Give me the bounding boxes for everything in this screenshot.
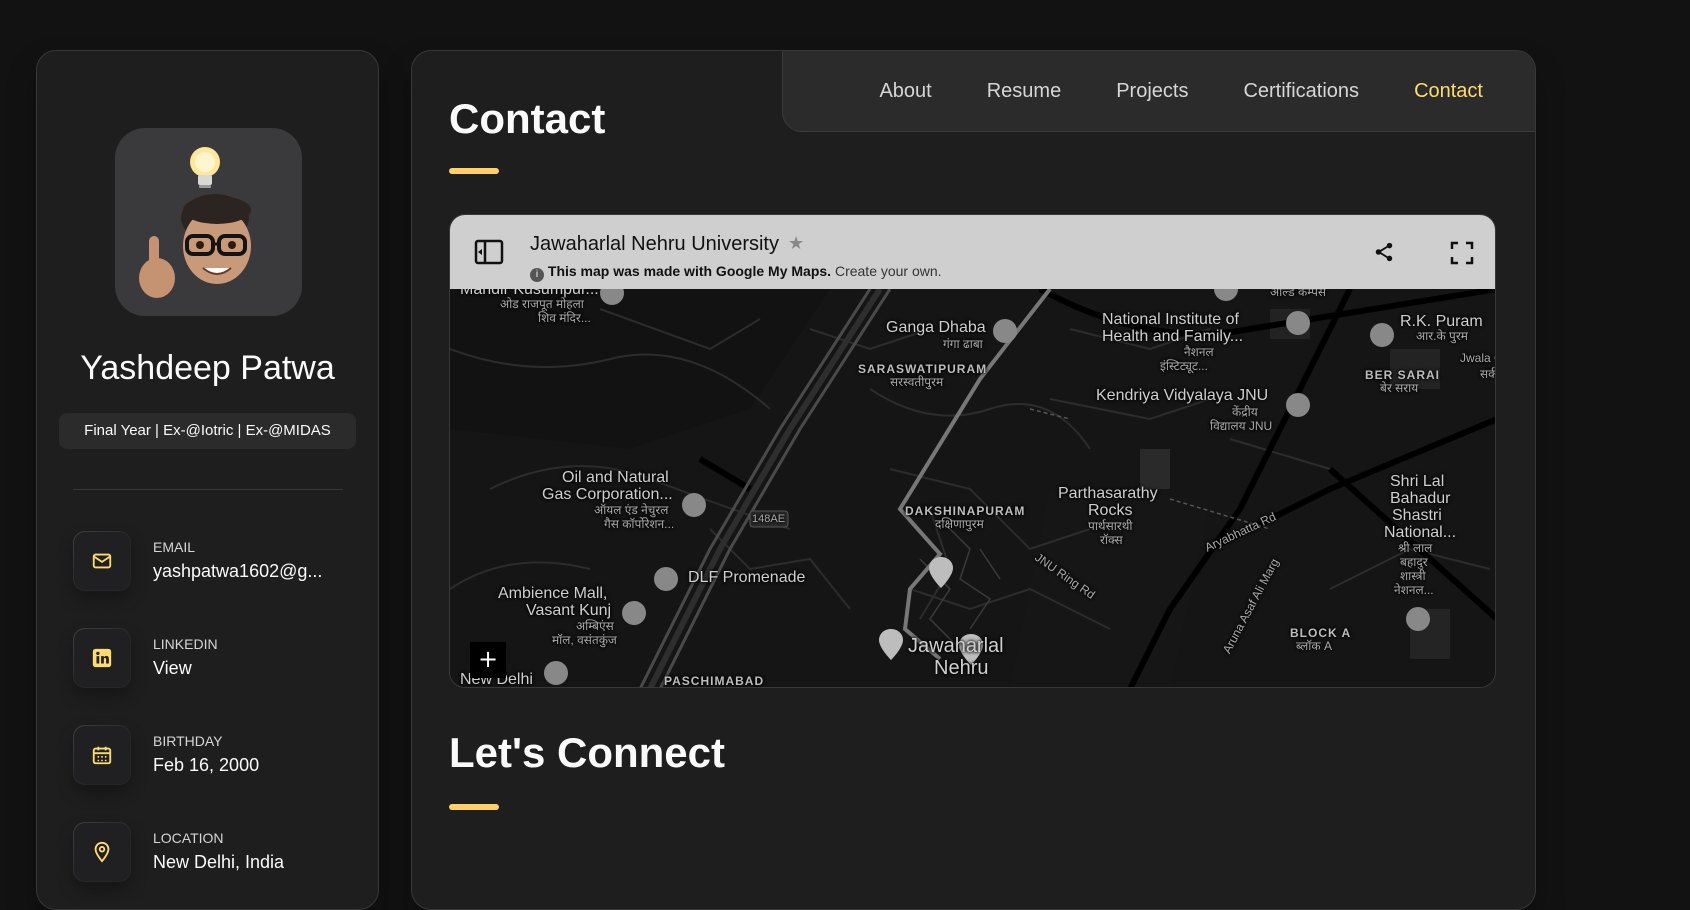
- contact-item-location: LOCATION New Delhi, India: [73, 822, 363, 884]
- location-value: New Delhi, India: [153, 852, 285, 872]
- nav-projects[interactable]: Projects: [1116, 80, 1188, 103]
- map-label: R.K. Puram: [1400, 313, 1483, 330]
- map-label: Jwala C: [1460, 351, 1495, 365]
- contact-label-birthday: BIRTHDAY: [153, 733, 223, 749]
- map-label: Vasant Kunj: [526, 602, 612, 619]
- avatar: [115, 128, 302, 316]
- map-label: शिव मंदिर...: [538, 311, 591, 325]
- map-label: आर.के पुरम: [1416, 329, 1468, 343]
- map-label: सर्क: [1480, 367, 1496, 381]
- share-icon[interactable]: [1373, 241, 1395, 267]
- map-label: DLF Promenade: [688, 569, 806, 586]
- map-canvas[interactable]: Mandir Kusumpur... ओड राजपूत मोहला शिव म…: [450, 281, 1496, 688]
- map-label: विद्यालय JNU: [1210, 419, 1273, 433]
- map-label: अम्बिएंस: [576, 619, 614, 633]
- map-label: Jawaharlal: [908, 635, 1004, 657]
- map-label: नैशनल: [1184, 345, 1214, 359]
- map-label: PASCHIMABAD: [664, 674, 765, 688]
- contact-label-location: LOCATION: [153, 830, 224, 846]
- location-pin-icon: [73, 822, 131, 882]
- contact-item-birthday: BIRTHDAY Feb 16, 2000: [73, 725, 363, 787]
- page-title: Contact: [449, 95, 606, 142]
- map-label: मॉल, वसंतकुंज: [552, 633, 617, 647]
- map-label: सरस्वतीपुरम: [890, 375, 944, 389]
- map-notice: i This map was made with Google My Maps.…: [530, 263, 942, 282]
- profile-name: Yashdeep Patwa: [80, 349, 335, 387]
- navbar: About Resume Projects Certifications Con…: [782, 51, 1535, 132]
- birthday-value: Feb 16, 2000: [153, 755, 260, 775]
- map-label: गैस कॉर्पोरेशन...: [604, 517, 675, 531]
- map-label: Kendriya Vidyalaya JNU: [1096, 387, 1269, 404]
- create-map-link[interactable]: Create your own.: [835, 263, 942, 279]
- map-label: Gas Corporation...: [542, 486, 673, 503]
- map-label: ब्लॉक A: [1296, 639, 1332, 653]
- map-label: इंस्टिट्यूट...: [1160, 359, 1208, 373]
- map-label: बहादुर: [1400, 555, 1428, 569]
- map-label: National...: [1384, 524, 1457, 541]
- main-content: About Resume Projects Certifications Con…: [411, 50, 1536, 910]
- map-label: Shri Lal: [1390, 473, 1445, 490]
- connect-underline: [449, 804, 499, 810]
- contact-item-linkedin: LINKEDIN View: [73, 628, 363, 690]
- map-label: दक्षिणापुरम: [935, 517, 984, 531]
- map-label: बेर सराय: [1380, 381, 1419, 395]
- map-label: पार्थसारथी: [1088, 519, 1133, 533]
- mail-icon: [73, 531, 131, 591]
- map-embed[interactable]: Jawaharlal Nehru University ★ i This map…: [449, 214, 1496, 688]
- info-icon: i: [530, 268, 544, 282]
- map-label: केंद्रीय: [1232, 405, 1258, 419]
- lightbulb-icon: [190, 147, 220, 188]
- nav-about[interactable]: About: [879, 80, 931, 103]
- map-label: Rocks: [1088, 502, 1133, 519]
- linkedin-link[interactable]: View: [153, 658, 333, 679]
- star-icon[interactable]: ★: [788, 233, 804, 254]
- connect-title: Let's Connect: [449, 729, 726, 776]
- map-label: Health and Family...: [1102, 328, 1244, 345]
- divider: [73, 489, 343, 490]
- map-label: ओड राजपूत मोहला: [500, 297, 584, 311]
- profile-title-badge: Final Year | Ex-@Iotric | Ex-@MIDAS: [59, 413, 356, 449]
- nav-certifications[interactable]: Certifications: [1243, 80, 1359, 103]
- zoom-in-button[interactable]: +: [470, 642, 506, 678]
- map-sidebar-toggle-icon[interactable]: [474, 237, 504, 267]
- contact-label-linkedin: LINKEDIN: [153, 636, 218, 652]
- map-label: ऑयल एंड नेचुरल: [594, 503, 669, 517]
- map-label: National Institute of: [1102, 311, 1239, 328]
- email-link[interactable]: yashpatwa1602@g...: [153, 561, 333, 582]
- map-label: नेशनल...: [1394, 583, 1434, 597]
- nav-resume[interactable]: Resume: [987, 80, 1061, 103]
- map-label: Nehru: [934, 657, 989, 679]
- map-label: गंगा ढाबा: [943, 337, 983, 351]
- linkedin-icon: [73, 628, 131, 688]
- map-notice-text: This map was made with Google My Maps.: [547, 263, 832, 279]
- fullscreen-icon[interactable]: [1450, 241, 1474, 269]
- map-title: Jawaharlal Nehru University: [530, 233, 779, 255]
- map-label: Parthasarathy: [1058, 485, 1158, 502]
- map-label: श्री लाल: [1398, 541, 1433, 555]
- sidebar: Yashdeep Patwa Final Year | Ex-@Iotric |…: [36, 50, 379, 910]
- map-label: रॉक्स: [1100, 533, 1123, 547]
- map-label: शास्त्री: [1400, 569, 1426, 583]
- nav-contact[interactable]: Contact: [1414, 80, 1483, 103]
- contact-label-email: EMAIL: [153, 539, 196, 555]
- map-header: Jawaharlal Nehru University ★ i This map…: [450, 215, 1495, 289]
- map-label: Bahadur: [1390, 490, 1451, 507]
- map-label: Shastri: [1392, 507, 1442, 524]
- road-shield-148ae: 148AE: [752, 513, 786, 525]
- map-label: Ambience Mall,: [498, 585, 608, 602]
- map-label: Oil and Natural: [562, 469, 669, 486]
- calendar-icon: [73, 725, 131, 785]
- contact-item-email: EMAIL yashpatwa1602@g...: [73, 531, 363, 593]
- title-underline: [449, 168, 499, 174]
- map-label: Ganga Dhaba: [886, 319, 986, 336]
